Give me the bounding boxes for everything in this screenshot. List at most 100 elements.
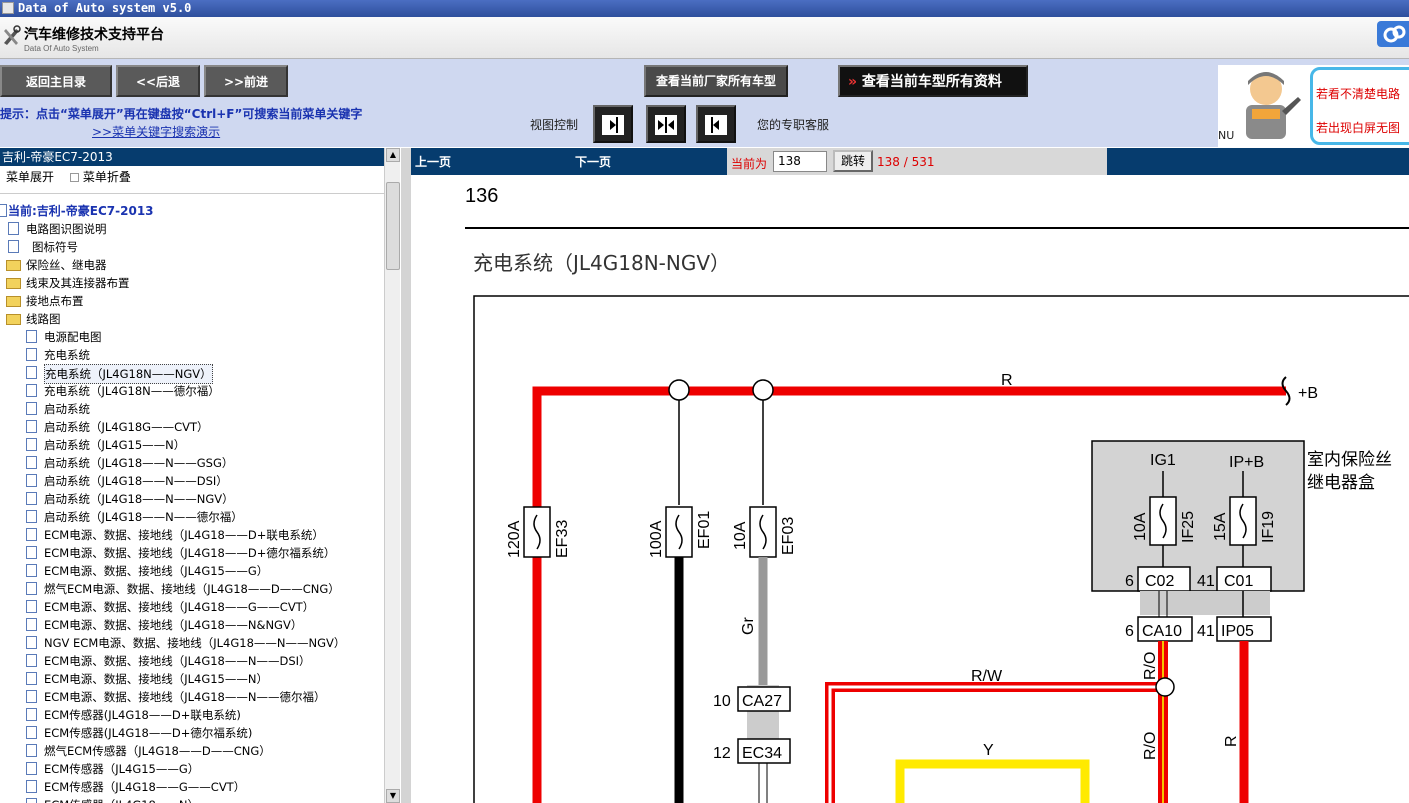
tree-subitem[interactable]: ECM电源、数据、接地线（JL4G18——D+德尔福系统） [0, 544, 384, 562]
sidebar: 吉利-帝豪EC7-2013 菜单展开 菜单折叠 当前:吉利-帝豪EC7-2013… [0, 148, 400, 803]
window-title: Data of Auto system v5.0 [18, 1, 192, 15]
tree-subitem[interactable]: ECM电源、数据、接地线（JL4G18——N&NGV） [0, 616, 384, 634]
document-icon [26, 708, 37, 721]
back-button[interactable]: <<后退 [116, 65, 200, 97]
ad-line-2: 若出现白屏无图 [1316, 121, 1401, 135]
tree-subitem[interactable]: ECM电源、数据、接地线（JL4G18——G——CVT） [0, 598, 384, 616]
tree-item[interactable]: 图标符号 [0, 238, 384, 256]
forward-button[interactable]: >>前进 [204, 65, 288, 97]
tree-subitem-label: 燃气ECM传感器（JL4G18——D——CNG） [44, 744, 271, 758]
tree-subitem[interactable]: 启动系统（JL4G18——N——DSI） [0, 472, 384, 490]
view-center-button[interactable] [646, 105, 686, 143]
tree-item-label: 图标符号 [32, 240, 78, 254]
folder-icon [6, 296, 21, 307]
tree-subitem-label: NGV ECM电源、数据、接地线（JL4G18——N——NGV） [44, 636, 346, 650]
tree-subitem[interactable]: ECM传感器(JL4G18——D+德尔福系统) [0, 724, 384, 742]
arrow-left-icon [705, 115, 727, 135]
wire-rw [825, 682, 1163, 803]
tree-subitem[interactable]: ECM电源、数据、接地线（JL4G15——G） [0, 562, 384, 580]
jump-button[interactable]: 跳转 [833, 150, 873, 172]
tree-subitem[interactable]: 燃气ECM电源、数据、接地线（JL4G18——D——CNG） [0, 580, 384, 598]
tree-subitem[interactable]: 充电系统（JL4G18N——NGV） [0, 364, 384, 384]
tree-subitem[interactable]: 充电系统 [0, 346, 384, 364]
tree-subitem-label: ECM传感器（JL4G18——N） [44, 796, 199, 803]
page-count: 138 / 531 [877, 155, 935, 169]
link-icon [1383, 25, 1406, 43]
tree-item[interactable]: 线路图 [0, 310, 384, 328]
document-icon [26, 366, 37, 379]
tree-subitem[interactable]: 启动系统（JL4G15——N） [0, 436, 384, 454]
pin-6b-label: 6 [1125, 623, 1134, 640]
link-icon-button[interactable] [1377, 21, 1409, 47]
tree-subitem[interactable]: 充电系统（JL4G18N——德尔福） [0, 382, 384, 400]
document-icon [26, 672, 37, 685]
connector-ip05-label: IP05 [1221, 623, 1254, 640]
scroll-thumb[interactable] [386, 182, 400, 270]
tree-subitem[interactable]: 启动系统（JL4G18——N——NGV） [0, 490, 384, 508]
menu-expand-button[interactable]: 菜单展开 [6, 170, 54, 184]
tree-item[interactable]: 线束及其连接器布置 [0, 274, 384, 292]
splice-point-1 [668, 379, 690, 401]
document-icon [8, 222, 19, 235]
view-left-button[interactable] [696, 105, 736, 143]
tree-subitem[interactable]: ECM传感器（JL4G18——G——CVT） [0, 778, 384, 796]
fuse-if19-amp: 15A [1212, 512, 1229, 541]
tree-subitem[interactable]: 启动系统（JL4G18G——CVT） [0, 418, 384, 436]
arrow-right-icon [602, 115, 624, 135]
prev-page-link[interactable]: 上一页 [415, 153, 451, 170]
tree-current-label: 当前:吉利-帝豪EC7-2013 [8, 204, 154, 218]
tree-subitem[interactable]: 燃气ECM传感器（JL4G18——D——CNG） [0, 742, 384, 760]
brand-subtitle: Data Of Auto System [24, 44, 99, 53]
tree-subitem-label: ECM传感器（JL4G15——G） [44, 762, 200, 776]
tree-subitem-label: ECM电源、数据、接地线（JL4G18——N——DSI） [44, 654, 311, 668]
app-header: 汽车维修技术支持平台 Data Of Auto System [0, 17, 1409, 59]
tree-subitem[interactable]: 启动系统（JL4G18——N——GSG） [0, 454, 384, 472]
tree-subitem[interactable]: ECM电源、数据、接地线（JL4G15——N） [0, 670, 384, 688]
connector-ca27-label: CA27 [742, 693, 782, 710]
view-all-models-button[interactable]: 查看当前厂家所有车型 [644, 65, 788, 97]
fuse-ef03-amp: 10A [732, 521, 749, 550]
menu-tree: 当前:吉利-帝豪EC7-2013 电路图识图说明图标符号保险丝、继电器 线束及其连… [0, 202, 384, 803]
tree-subitem[interactable]: 电源配电图 [0, 328, 384, 346]
page-number-input[interactable]: 138 [773, 151, 827, 172]
tree-subitem-label: 启动系统（JL4G18——N——NGV） [44, 492, 234, 506]
view-right-button[interactable] [593, 105, 633, 143]
tree-subitem[interactable]: ECM电源、数据、接地线（JL4G18——N——德尔福） [0, 688, 384, 706]
document-icon [26, 762, 37, 775]
wire-r-right-label: R [1223, 735, 1240, 747]
next-page-link[interactable]: 下一页 [575, 153, 611, 170]
sidebar-scrollbar[interactable]: ▲ ▼ [384, 148, 400, 803]
tree-subitem[interactable]: ECM电源、数据、接地线（JL4G18——D+联电系统） [0, 526, 384, 544]
tree-subitem[interactable]: ECM电源、数据、接地线（JL4G18——N——DSI） [0, 652, 384, 670]
document-icon [26, 654, 37, 667]
pin-12-label: 12 [713, 745, 731, 762]
tree-subitem-label: 启动系统 [44, 402, 90, 416]
view-all-data-button[interactable]: » 查看当前车型所有资料 [838, 65, 1028, 97]
menu-collapse-checkbox[interactable] [69, 173, 79, 182]
ig1-label: IG1 [1150, 452, 1176, 469]
tree-item[interactable]: 接地点布置 [0, 292, 384, 310]
scroll-up-arrow-icon[interactable]: ▲ [386, 148, 400, 162]
tree-subitem[interactable]: ECM传感器（JL4G15——G） [0, 760, 384, 778]
scroll-down-arrow-icon[interactable]: ▼ [386, 789, 400, 803]
tree-item[interactable]: 电路图识图说明 [0, 220, 384, 238]
fuse-ef33-amp: 120A [506, 520, 523, 558]
mechanic-mascot-icon [1246, 72, 1301, 139]
document-icon [26, 546, 37, 559]
tree-subitem[interactable]: NGV ECM电源、数据、接地线（JL4G18——N——NGV） [0, 634, 384, 652]
panel-divider[interactable] [401, 148, 411, 803]
tree-subitem[interactable]: ECM传感器(JL4G18——D+联电系统) [0, 706, 384, 724]
tree-subitem-label-selected: 充电系统（JL4G18N——NGV） [44, 364, 213, 384]
back-to-main-button[interactable]: 返回主目录 [0, 65, 112, 97]
wire-ro-label-1: R/O [1142, 652, 1159, 680]
tree-subitem[interactable]: 启动系统（JL4G18——N——德尔福） [0, 508, 384, 526]
search-demo-link[interactable]: >>菜单关键字搜索演示 [92, 123, 220, 140]
current-page-label: 当前为 [731, 157, 768, 171]
tree-subitem[interactable]: 启动系统 [0, 400, 384, 418]
tree-item[interactable]: 保险丝、继电器 [0, 256, 384, 274]
arrows-center-icon [655, 115, 677, 135]
tree-subitem[interactable]: ECM传感器（JL4G18——N） [0, 796, 384, 803]
menu-collapse-button[interactable]: 菜单折叠 [83, 170, 131, 184]
connector-c02-label: C02 [1145, 573, 1174, 590]
support-ad-panel[interactable]: 若看不清楚电路 若出现白屏无图 NU [1218, 65, 1409, 147]
